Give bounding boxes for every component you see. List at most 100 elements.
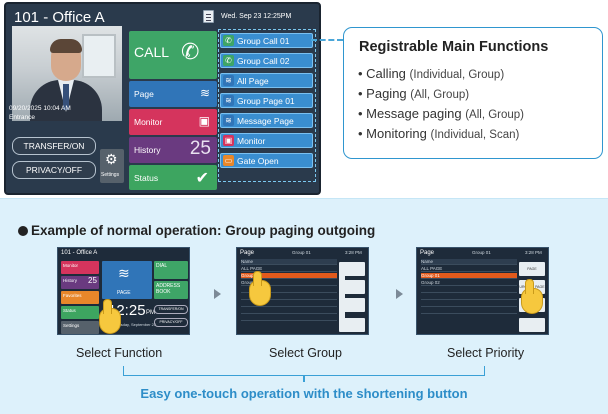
bracket-line	[123, 366, 485, 376]
mini-page-label: PAGE	[117, 290, 131, 296]
call-tile[interactable]: CALL ✆	[129, 31, 217, 79]
shortcut-button[interactable]: ≋ Message Page	[220, 113, 313, 128]
function-main: Monitoring	[366, 126, 427, 141]
mini-tile-status[interactable]: Status	[61, 306, 99, 319]
shortcut-button[interactable]: ≋ Group Page 01	[220, 93, 313, 108]
mini-tile-monitor[interactable]: Monitor	[61, 261, 99, 274]
phone-icon: ✆	[223, 35, 234, 46]
settings-label: Settings	[101, 172, 120, 178]
mini-title: 101 - Office A	[61, 250, 98, 256]
shortcut-label: Gate Open	[237, 156, 279, 166]
mini-group: Group 01	[472, 250, 491, 255]
list-row[interactable]	[421, 301, 517, 307]
shortcut-button[interactable]: ✆ Group Call 01	[220, 33, 313, 48]
arrow-right-icon	[396, 289, 403, 299]
list-row[interactable]	[421, 308, 517, 314]
mini-time: 3:28 PM	[345, 250, 362, 255]
settings-button[interactable]: ⚙ Settings	[100, 149, 124, 183]
status-tile[interactable]: Status ✔	[129, 165, 217, 190]
shortcut-button[interactable]: ▭ Gate Open	[220, 153, 313, 168]
side-button[interactable]	[339, 262, 365, 276]
page-tile[interactable]: Page ≋	[129, 81, 217, 107]
function-item: • Message paging (All, Group)	[358, 106, 524, 121]
function-item: • Monitoring (Individual, Scan)	[358, 126, 520, 141]
call-label: CALL	[134, 44, 170, 60]
shortcut-button[interactable]: ▣ Monitor	[220, 133, 313, 148]
function-sub: (Individual, Group)	[409, 69, 505, 81]
mini-group: Group 01	[292, 250, 311, 255]
phone-icon: ✆	[223, 55, 234, 66]
history-count: 25	[189, 138, 211, 159]
side-button[interactable]	[519, 318, 545, 332]
list-row[interactable]	[421, 287, 517, 293]
monitor-label: Monitor	[134, 117, 163, 127]
functions-title: Registrable Main Functions	[359, 39, 549, 55]
list-row[interactable]	[421, 294, 517, 300]
page-icon: ≋	[223, 115, 234, 126]
history-label: History	[134, 145, 161, 155]
hand-pointer-icon	[249, 271, 271, 306]
side-button[interactable]	[339, 298, 365, 312]
caption-select-priority: Select Priority	[447, 346, 525, 360]
monitor-tile[interactable]: Monitor ▣	[129, 109, 217, 135]
mini-privacy-button[interactable]: PRIVACY/OFF	[154, 318, 188, 327]
document-icon[interactable]	[203, 10, 214, 23]
camera-timestamp: 09/20/2025 10:04 AM	[9, 105, 71, 112]
station-title: 101 - Office A	[14, 9, 105, 26]
page-label: Page	[134, 89, 154, 99]
list-row[interactable]: Group 02	[421, 280, 517, 286]
function-main: Message paging	[366, 106, 462, 121]
list-row-selected[interactable]: Group 01	[421, 273, 517, 279]
mini-tile-favorites[interactable]: Favorites	[61, 291, 99, 304]
mini-time: 3:28 PM	[525, 250, 542, 255]
camera-location: Entrance	[9, 114, 36, 121]
list-header: Name	[241, 259, 337, 265]
functions-box: Registrable Main Functions • Calling (In…	[343, 27, 603, 159]
example-title: Example of normal operation: Group pagin…	[31, 223, 376, 238]
arrow-right-icon	[214, 289, 221, 299]
list-row[interactable]	[241, 315, 337, 321]
example-section: Example of normal operation: Group pagin…	[0, 198, 608, 414]
monitor-icon: ▣	[198, 114, 210, 128]
function-sub: (All, Group)	[410, 89, 470, 101]
shortcut-label: Group Call 02	[237, 56, 290, 66]
mini-transfer-button[interactable]: TRANSFER/ON	[154, 305, 188, 314]
mini-tile-settings[interactable]: Settings	[61, 321, 99, 334]
connector-line	[311, 39, 343, 41]
mini-title: Page	[420, 250, 435, 256]
mini-page-tile[interactable]: ≋ PAGE	[102, 261, 152, 299]
monitor-icon: ▣	[223, 135, 234, 146]
privacy-button[interactable]: PRIVACY/OFF	[12, 161, 96, 179]
page-icon: ≋	[223, 75, 234, 86]
side-button[interactable]	[339, 280, 365, 294]
mini-address-tile[interactable]: ADDRESS BOOK	[154, 281, 188, 299]
shortcut-label: Group Page 01	[237, 96, 295, 106]
screen-select-function: 101 - Office A Monitor History Favorites…	[57, 247, 190, 335]
tagline: Easy one-touch operation with the shorte…	[140, 386, 468, 401]
history-tile[interactable]: History 25	[129, 137, 217, 163]
shortcut-button[interactable]: ✆ Group Call 02	[220, 53, 313, 68]
mini-history-count: 25	[88, 276, 97, 285]
check-icon: ✔	[195, 170, 209, 187]
caption-select-group: Select Group	[269, 346, 342, 360]
page-button[interactable]: PAGE	[519, 262, 545, 276]
hand-pointer-icon	[521, 279, 543, 314]
shortcut-label: Monitor	[237, 136, 266, 146]
bullet-dot	[18, 226, 28, 236]
function-sub: (All, Group)	[465, 109, 524, 121]
shortcut-label: Group Call 01	[237, 36, 290, 46]
shortcut-label: All Page	[237, 76, 269, 86]
bracket-tick	[303, 376, 305, 382]
status-label: Status	[134, 173, 159, 183]
screen-select-group: Page Group 01 3:28 PM Name ALL PAGE Grou…	[236, 247, 369, 335]
list-row[interactable]	[241, 308, 337, 314]
transfer-button[interactable]: TRANSFER/ON	[12, 137, 96, 155]
page-icon: ≋	[223, 95, 234, 106]
mini-title: Page	[240, 250, 255, 256]
side-button[interactable]	[339, 318, 365, 332]
mini-dial-tile[interactable]: DIAL	[154, 261, 188, 279]
date-time: Wed. Sep 23 12:25PM	[221, 13, 292, 20]
list-row[interactable]: ALL PAGE	[421, 266, 517, 272]
camera-window	[82, 34, 116, 78]
shortcut-button[interactable]: ≋ All Page	[220, 73, 313, 88]
